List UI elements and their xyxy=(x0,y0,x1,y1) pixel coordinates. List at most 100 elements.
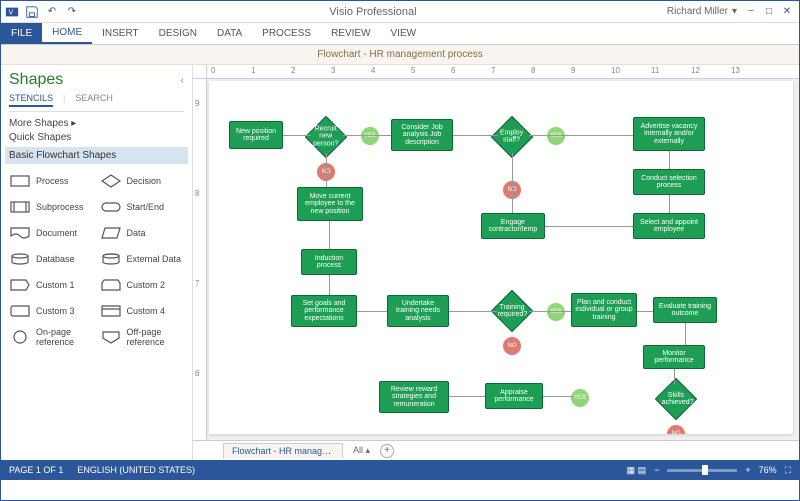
flow-node-n17[interactable]: Review reward strategies and remuneratio… xyxy=(379,381,449,413)
flow-node-n16[interactable]: Monitor performance xyxy=(643,345,705,369)
tab-home[interactable]: HOME xyxy=(42,23,92,44)
connector xyxy=(326,153,327,187)
shape-off-page-reference[interactable]: Off-page reference xyxy=(100,326,185,348)
drawing-canvas[interactable]: New position required Recruit new person?… xyxy=(209,81,793,434)
flow-node-n12[interactable]: Undertake training needs analysis xyxy=(387,295,449,327)
shapes-pane: Shapes‹ STENCILS | SEARCH More Shapes ▸ … xyxy=(1,65,193,460)
zoom-slider[interactable] xyxy=(667,469,737,472)
svg-text:V: V xyxy=(9,9,14,16)
shape-custom-1[interactable]: Custom 1 xyxy=(9,274,94,296)
shape-custom-2[interactable]: Custom 2 xyxy=(100,274,185,296)
shape-process[interactable]: Process xyxy=(9,170,94,192)
decision-yes: YES xyxy=(571,389,589,407)
connector xyxy=(669,151,670,169)
shape-subprocess[interactable]: Subprocess xyxy=(9,196,94,218)
tab-review[interactable]: REVIEW xyxy=(321,23,380,44)
shape-decision[interactable]: Decision xyxy=(100,170,185,192)
flow-node-n5[interactable]: Advertise vacancy internally and/or exte… xyxy=(633,117,705,151)
decision-yes: YES xyxy=(547,127,565,145)
tab-file[interactable]: FILE xyxy=(1,23,42,44)
shape-external-data[interactable]: External Data xyxy=(100,248,185,270)
shape-data[interactable]: Data xyxy=(100,222,185,244)
tab-data[interactable]: DATA xyxy=(207,23,252,44)
ruler-horizontal: 012345678910111213 xyxy=(193,65,799,79)
shape-database[interactable]: Database xyxy=(9,248,94,270)
visio-icon: V xyxy=(5,5,19,19)
zoom-out-button[interactable]: − xyxy=(654,465,659,475)
connector xyxy=(669,195,670,213)
flow-node-n2[interactable]: Recruit new person? xyxy=(305,116,347,158)
connector xyxy=(693,399,694,400)
connector xyxy=(512,153,513,213)
decision-yes: YES xyxy=(361,127,379,145)
tab-process[interactable]: PROCESS xyxy=(252,23,321,44)
flow-node-n7[interactable]: Move current employee to the new positio… xyxy=(297,187,363,221)
quick-shapes-link[interactable]: Quick Shapes xyxy=(9,132,184,143)
connector xyxy=(543,396,573,397)
collapse-pane-icon[interactable]: ‹ xyxy=(181,75,184,86)
flow-node-n13[interactable]: Training required? xyxy=(491,290,533,332)
tab-insert[interactable]: INSERT xyxy=(92,23,149,44)
connector xyxy=(685,323,686,345)
ruler-vertical: 9876 xyxy=(193,79,207,440)
flow-node-n6[interactable]: Conduct selection process xyxy=(633,169,705,195)
shape-start-end[interactable]: Start/End xyxy=(100,196,185,218)
minimize-button[interactable]: − xyxy=(743,5,759,19)
tab-view[interactable]: VIEW xyxy=(381,23,427,44)
flow-node-n8[interactable]: Engage contractor/temp xyxy=(481,213,545,239)
flow-node-n10[interactable]: Induction process xyxy=(301,249,357,275)
flow-node-n18[interactable]: Appraise performance xyxy=(485,383,543,409)
canvas-area: 012345678910111213 9876 New position req… xyxy=(193,65,799,460)
connector xyxy=(529,311,571,312)
view-icons[interactable]: ▦ ▤ xyxy=(627,465,647,476)
language-indicator[interactable]: ENGLISH (UNITED STATES) xyxy=(77,465,195,475)
more-shapes-link[interactable]: More Shapes ▸ xyxy=(9,118,184,129)
user-label[interactable]: Richard Miller ▾ xyxy=(667,6,737,17)
connector xyxy=(545,226,633,227)
maximize-button[interactable]: □ xyxy=(761,5,777,19)
shape-document[interactable]: Document xyxy=(9,222,94,244)
quick-access-toolbar: V ↶ ↷ xyxy=(5,5,79,19)
stencils-tab[interactable]: STENCILS xyxy=(9,93,53,107)
connector xyxy=(674,369,675,384)
save-icon[interactable] xyxy=(25,5,39,19)
flow-node-n3[interactable]: Consider Job analysis Job description xyxy=(391,119,453,151)
sheet-all[interactable]: All ▴ xyxy=(347,445,376,456)
connector xyxy=(357,311,387,312)
stencil-category[interactable]: Basic Flowchart Shapes xyxy=(5,147,188,164)
app-title: Visio Professional xyxy=(79,6,667,18)
zoom-level[interactable]: 76% xyxy=(759,465,777,475)
add-sheet-button[interactable]: + xyxy=(380,444,394,458)
decision-no: NO xyxy=(667,425,685,434)
redo-icon[interactable]: ↷ xyxy=(65,5,79,19)
flow-node-n11[interactable]: Set goals and performance expectations xyxy=(291,295,357,327)
flow-node-n9[interactable]: Select and appoint employee xyxy=(633,213,705,239)
connector xyxy=(637,311,653,312)
flow-node-n1[interactable]: New position required xyxy=(229,121,283,149)
connector xyxy=(449,396,485,397)
tab-design[interactable]: DESIGN xyxy=(149,23,207,44)
zoom-in-button[interactable]: + xyxy=(745,465,750,475)
connector xyxy=(329,275,330,295)
status-bar: PAGE 1 OF 1 ENGLISH (UNITED STATES) ▦ ▤ … xyxy=(1,460,799,480)
sheet-tab-1[interactable]: Flowchart - HR managem… xyxy=(223,443,343,458)
shape-custom-4[interactable]: Custom 4 xyxy=(100,300,185,322)
shape-custom-3[interactable]: Custom 3 xyxy=(9,300,94,322)
fit-window-button[interactable]: ⛶ xyxy=(785,465,791,476)
undo-icon[interactable]: ↶ xyxy=(45,5,59,19)
connector xyxy=(453,135,498,136)
flow-node-n14[interactable]: Plan and conduct individual or group tra… xyxy=(571,293,637,327)
decision-no: NO xyxy=(503,337,521,355)
connector xyxy=(329,221,330,249)
connector xyxy=(283,135,311,136)
flow-node-n4[interactable]: Employ staff? xyxy=(491,116,533,158)
search-tab[interactable]: SEARCH xyxy=(75,93,113,107)
shapes-pane-tabs: STENCILS | SEARCH xyxy=(9,93,184,112)
sheet-tabs: Flowchart - HR managem… All ▴ + xyxy=(193,440,799,460)
flow-node-n19[interactable]: Skills achieved? xyxy=(655,378,697,420)
title-bar: V ↶ ↷ Visio Professional Richard Miller … xyxy=(1,1,799,23)
flow-node-n15[interactable]: Evaluate training outcome xyxy=(653,297,717,323)
close-button[interactable]: ✕ xyxy=(779,5,795,19)
shape-on-page-reference[interactable]: On-page reference xyxy=(9,326,94,348)
connector xyxy=(449,311,497,312)
